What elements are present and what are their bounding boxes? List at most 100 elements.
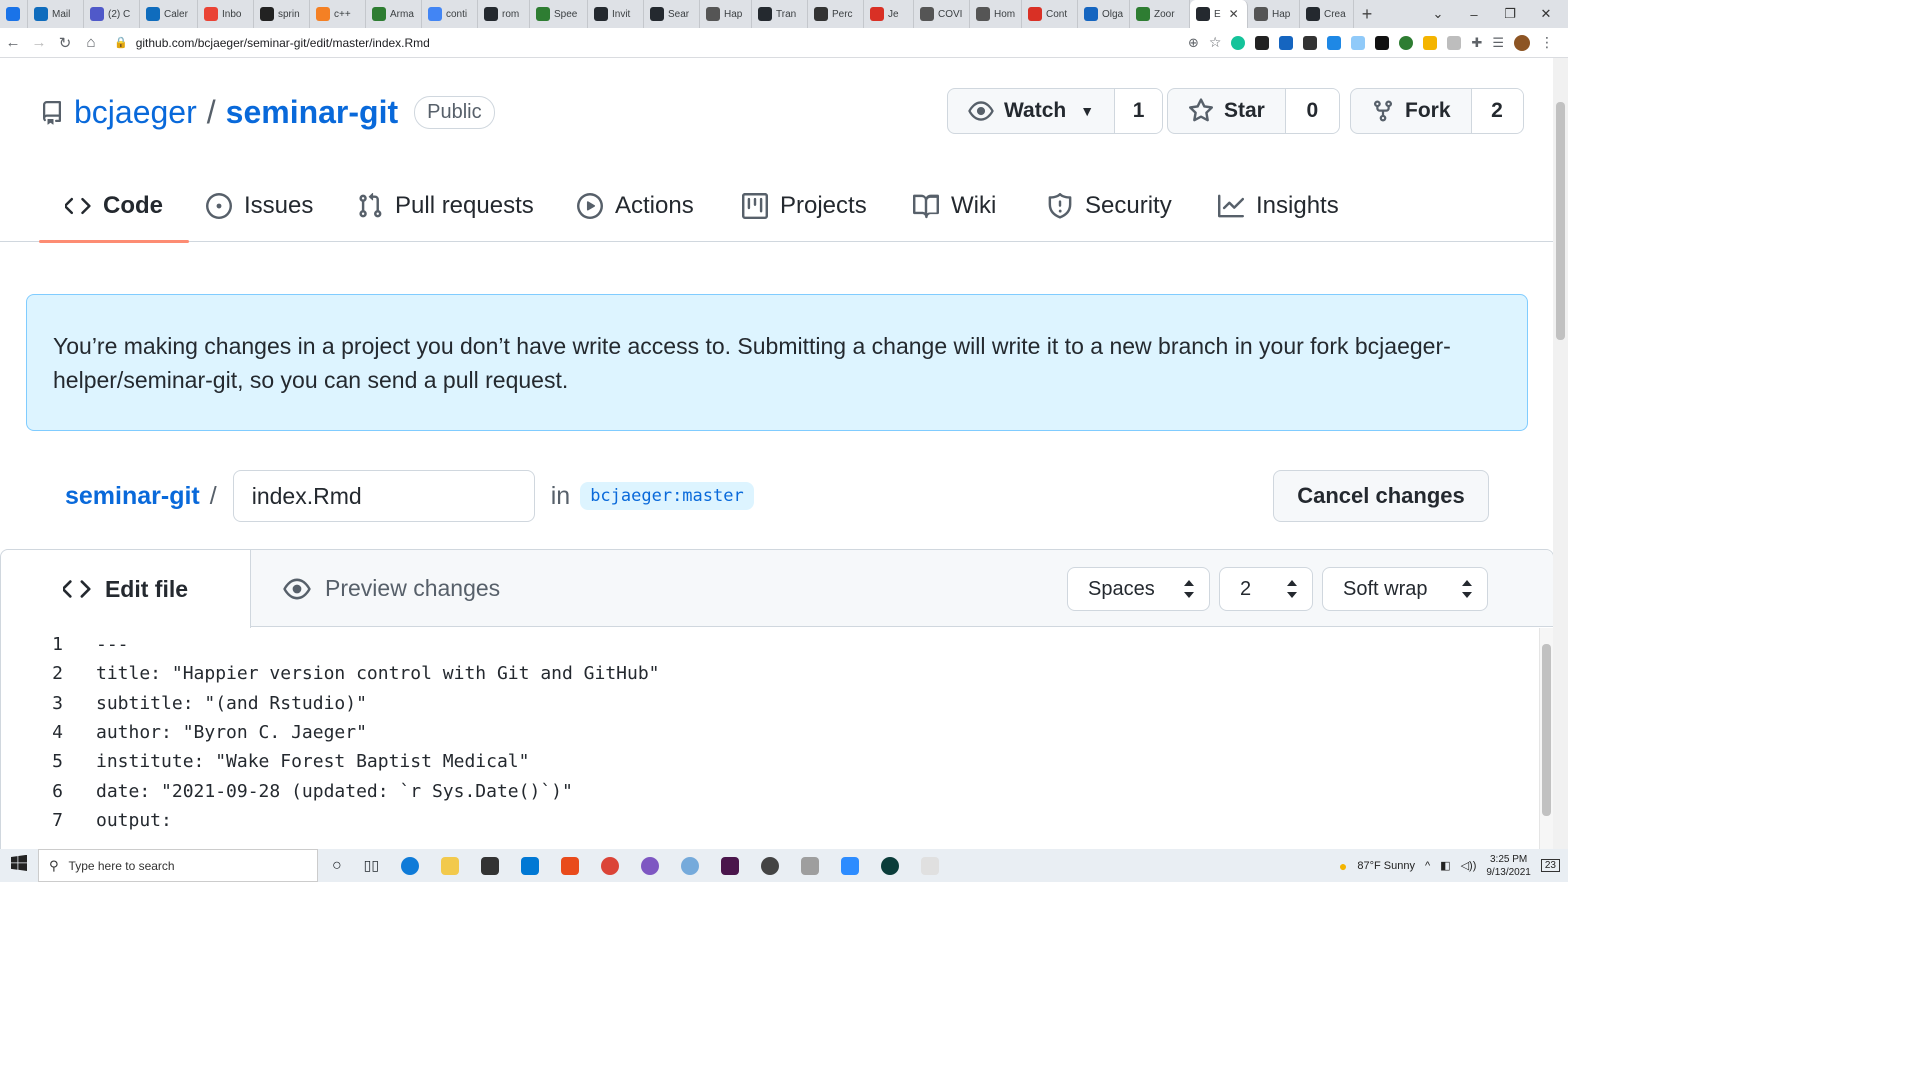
tab-pull-requests[interactable]: Pull requests — [357, 170, 534, 242]
back-icon[interactable]: ← — [0, 34, 26, 51]
repo-owner-link[interactable]: bcjaeger — [74, 94, 197, 131]
browser-tab[interactable]: Inbo — [198, 0, 254, 28]
repo-name-link[interactable]: seminar-git — [226, 94, 398, 131]
code-line[interactable]: 4 author: "Byron C. Jaeger" — [1, 718, 367, 747]
indent-size-select[interactable]: 2 — [1219, 567, 1313, 611]
browser-tab[interactable]: c++ — [310, 0, 366, 28]
browser-menu-icon[interactable]: ⋮ — [1540, 34, 1554, 51]
code-line[interactable]: 6 date: "2021-09-28 (updated: `r Sys.Date… — [1, 777, 573, 806]
settings-icon[interactable] — [761, 856, 780, 875]
windows-start-icon[interactable] — [0, 854, 38, 876]
tab-search-icon[interactable]: ⌄ — [1420, 6, 1456, 22]
mail-icon[interactable] — [521, 856, 540, 875]
code-line[interactable]: 7 output: — [1, 806, 172, 835]
address-bar[interactable]: 🔒 github.com/bcjaeger/seminar-git/edit/m… — [108, 31, 1188, 55]
file-explorer-icon[interactable] — [441, 856, 460, 875]
edge-icon[interactable] — [401, 856, 420, 875]
tab-security[interactable]: Security — [1047, 170, 1172, 242]
watch-button[interactable]: Watch ▼ — [948, 89, 1114, 133]
fork-button[interactable]: Fork — [1351, 89, 1471, 133]
page-scrollbar[interactable] — [1553, 58, 1568, 849]
browser-tab[interactable]: Zoor — [1130, 0, 1190, 28]
browser-tab[interactable]: Tran — [752, 0, 808, 28]
extension-color-icon[interactable] — [1423, 35, 1438, 50]
browser-tab[interactable]: Invit — [588, 0, 644, 28]
home-icon[interactable]: ⌂ — [78, 34, 104, 51]
image-app-icon[interactable] — [801, 856, 820, 875]
close-tab-icon[interactable]: ✕ — [1229, 7, 1239, 21]
task-view-icon[interactable]: ▯▯ — [364, 857, 379, 874]
maximize-icon[interactable]: ❐ — [1492, 6, 1528, 22]
reload-icon[interactable]: ↻ — [52, 34, 78, 52]
browser-tab[interactable]: Cont — [1022, 0, 1078, 28]
tab-wiki[interactable]: Wiki — [913, 170, 996, 242]
weather-text[interactable]: 87°F Sunny — [1357, 860, 1415, 872]
network-icon[interactable]: ◧ — [1440, 859, 1450, 872]
extension-arrow-icon[interactable] — [1375, 35, 1390, 50]
browser-tab[interactable]: Caler — [140, 0, 198, 28]
tab-insights[interactable]: Insights — [1218, 170, 1339, 242]
extension-v-icon[interactable] — [1279, 35, 1294, 50]
wrap-mode-select[interactable]: Soft wrap — [1322, 567, 1488, 611]
store-icon[interactable] — [481, 856, 500, 875]
rstudio-icon[interactable] — [681, 856, 700, 875]
extension-doc-icon[interactable] — [1351, 35, 1366, 50]
editor-scrollbar-thumb[interactable] — [1542, 644, 1551, 816]
profile-avatar[interactable] — [1514, 34, 1531, 51]
browser-tab[interactable]: Sear — [644, 0, 700, 28]
new-tab-button[interactable]: + — [1354, 4, 1380, 25]
tab-actions[interactable]: Actions — [577, 170, 694, 242]
browser-tab[interactable]: conti — [422, 0, 478, 28]
code-line[interactable]: 3 subtitle: "(and Rstudio)" — [1, 689, 367, 718]
cortana-icon[interactable]: ○ — [332, 857, 342, 875]
extension-dark-icon[interactable] — [1303, 35, 1318, 50]
extension-blue-icon[interactable] — [1327, 35, 1342, 50]
browser-tab[interactable]: Hap — [700, 0, 752, 28]
browser-tab[interactable] — [0, 0, 28, 28]
browser-tab[interactable]: COVI — [914, 0, 970, 28]
extension-green-icon[interactable] — [1399, 35, 1414, 50]
extension-gray-icon[interactable] — [1447, 35, 1462, 50]
browser-tab[interactable]: Hap — [1248, 0, 1300, 28]
tab-projects[interactable]: Projects — [742, 170, 867, 242]
zoom-app-icon[interactable] — [841, 856, 860, 875]
minimize-icon[interactable]: – — [1456, 7, 1492, 22]
filename-input[interactable] — [232, 470, 535, 522]
browser-tab[interactable]: Olga — [1078, 0, 1130, 28]
browser-tab[interactable]: Crea — [1300, 0, 1354, 28]
browser-tab[interactable]: (2) C — [84, 0, 140, 28]
close-window-icon[interactable]: ✕ — [1528, 6, 1564, 22]
browser-tab[interactable]: Perc — [808, 0, 864, 28]
tab-edit-file[interactable]: Edit file — [1, 550, 251, 628]
extensions-puzzle-icon[interactable]: ✚ — [1471, 35, 1482, 51]
taskbar-search[interactable]: ⚲ Type here to search — [38, 849, 318, 882]
page-scrollbar-thumb[interactable] — [1556, 102, 1565, 340]
volume-icon[interactable]: ◁)) — [1461, 859, 1477, 872]
browser-tab[interactable]: Mail — [28, 0, 84, 28]
chrome-profile-icon[interactable] — [641, 856, 660, 875]
code-line[interactable]: 1 --- — [1, 630, 128, 659]
paint-icon[interactable] — [921, 856, 940, 875]
fork-count[interactable]: 2 — [1470, 89, 1523, 133]
browser-tab[interactable]: sprin — [254, 0, 310, 28]
tab-preview-changes[interactable]: Preview changes — [283, 550, 500, 627]
star-button[interactable]: Star — [1168, 89, 1285, 133]
chrome-icon[interactable] — [601, 856, 620, 875]
tab-issues[interactable]: Issues — [206, 170, 313, 242]
cancel-changes-button[interactable]: Cancel changes — [1273, 470, 1489, 522]
star-count[interactable]: 0 — [1284, 89, 1339, 133]
watch-count[interactable]: 1 — [1114, 89, 1163, 133]
bookmark-star-icon[interactable]: ☆ — [1209, 34, 1222, 51]
browser-tab[interactable]: Hom — [970, 0, 1022, 28]
browser-tab[interactable]: rom — [478, 0, 530, 28]
slack-icon[interactable] — [721, 856, 740, 875]
dark-app-icon[interactable] — [881, 856, 900, 875]
browser-tab[interactable]: Je — [864, 0, 914, 28]
forward-icon[interactable]: → — [26, 34, 52, 51]
office-icon[interactable] — [561, 856, 580, 875]
extension-d-icon[interactable] — [1255, 35, 1270, 50]
editor-scrollbar[interactable] — [1539, 628, 1553, 849]
browser-tab[interactable]: Spee — [530, 0, 588, 28]
zoom-icon[interactable]: ⊕ — [1188, 35, 1199, 51]
browser-tab[interactable]: Arma — [366, 0, 422, 28]
